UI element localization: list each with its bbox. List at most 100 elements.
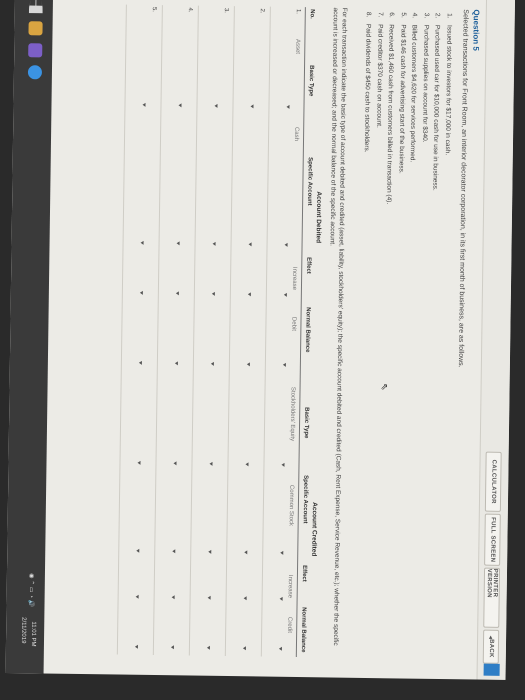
question-content: Question 5 Selected transactions for Fro… <box>48 0 487 680</box>
chevron-down-icon[interactable] <box>278 646 282 651</box>
transaction-number: 2. <box>434 12 442 19</box>
transaction-list: 1. Issued stock to investors for $17,000 … <box>360 12 455 205</box>
chevron-down-icon[interactable] <box>138 360 142 365</box>
chevron-down-icon[interactable] <box>142 102 146 107</box>
windows-start-icon[interactable] <box>29 0 43 13</box>
transaction-text: Paid creditor $370 cash on account. <box>375 24 384 128</box>
select-basic-type-c[interactable]: Stockholders' Equity <box>289 387 296 441</box>
back-button[interactable]: ◂ BACK <box>482 629 500 664</box>
transaction-number: 7. <box>376 12 384 18</box>
app-icon[interactable] <box>28 43 43 58</box>
chevron-down-icon[interactable] <box>283 292 287 297</box>
chevron-down-icon[interactable] <box>139 290 143 295</box>
chevron-down-icon[interactable] <box>135 594 139 599</box>
chevron-down-icon[interactable] <box>250 104 254 109</box>
calculator-button[interactable]: CALCULATOR <box>484 451 502 512</box>
select-basic-type[interactable]: Asset <box>294 39 300 54</box>
row-divider <box>260 6 271 657</box>
chevron-down-icon[interactable] <box>247 292 251 297</box>
header-effect: Effect <box>305 257 312 274</box>
chevron-down-icon[interactable] <box>173 461 177 466</box>
transaction-text: Purchased supplies on account for $340. <box>421 24 430 143</box>
chevron-down-icon[interactable] <box>245 462 249 467</box>
transaction-number: 3. <box>422 12 430 19</box>
header-effect-credited: Effect <box>300 565 308 582</box>
row-divider <box>152 5 163 656</box>
chevron-down-icon[interactable] <box>212 241 216 246</box>
header-normal-balance-credited: Normal Balance <box>299 607 307 653</box>
row-number: 4. <box>186 7 193 13</box>
browser-icon[interactable] <box>27 65 43 80</box>
chevron-down-icon[interactable] <box>176 241 180 246</box>
select-specific-c[interactable]: Common Stock <box>288 485 295 526</box>
chevron-down-icon[interactable] <box>243 596 247 601</box>
transaction-text: Billed customers $4,620 for services per… <box>409 24 419 163</box>
clock-date[interactable]: 2/11/2019 <box>20 617 26 643</box>
select-normal[interactable]: Debit <box>290 317 296 331</box>
select-normal-c[interactable]: Credit <box>286 617 292 633</box>
transaction-text: Received $1,460 cash from customers bill… <box>385 24 396 205</box>
monitor-screen: CALCULATOR FULL SCREEN PRINTER VERSION ◂… <box>5 0 516 680</box>
row-divider <box>224 6 235 657</box>
system-tray-icons[interactable]: ◉ ⌃ ▭ ◔ 🔊 <box>27 573 34 607</box>
chevron-down-icon[interactable] <box>286 104 290 109</box>
back-label: BACK <box>487 639 495 658</box>
header-specific-account-credited: Specific Account <box>301 475 309 524</box>
header-basic-type: Basic Type <box>307 65 315 97</box>
chevron-down-icon[interactable] <box>280 550 284 555</box>
chevron-down-icon[interactable] <box>208 549 212 554</box>
select-effect-c[interactable]: Increase <box>287 575 293 598</box>
chevron-down-icon[interactable] <box>178 103 182 108</box>
clock-time[interactable]: 11:01 PM <box>30 621 36 646</box>
chevron-down-icon[interactable] <box>284 242 288 247</box>
row-number: 1. <box>294 8 301 15</box>
transaction-number: 1. <box>445 13 453 19</box>
transaction-number: 8. <box>365 11 373 18</box>
group-account-debited: Account Debited <box>314 191 323 244</box>
question-title: Question 5 <box>471 9 481 51</box>
chevron-down-icon[interactable] <box>281 462 285 467</box>
chevron-down-icon[interactable] <box>174 361 178 366</box>
question-intro: Selected transactions for Front Room, an… <box>456 9 469 368</box>
chevron-down-icon[interactable] <box>171 595 175 600</box>
chevron-down-icon[interactable] <box>170 645 174 650</box>
transaction-number: 4. <box>411 12 419 19</box>
instructions: For each transaction indicate the basic … <box>328 7 348 646</box>
chevron-down-icon[interactable] <box>248 242 252 247</box>
transaction-text: Purchased used car for $10,000 cash for … <box>431 24 442 191</box>
photo-stage: CALCULATOR FULL SCREEN PRINTER VERSION ◂… <box>0 0 525 700</box>
select-specific[interactable]: Cash <box>293 127 299 141</box>
row-divider <box>188 5 199 656</box>
chevron-down-icon[interactable] <box>140 240 144 245</box>
full-screen-button[interactable]: FULL SCREEN <box>484 513 501 566</box>
chevron-down-icon[interactable] <box>282 362 286 367</box>
side-tab[interactable] <box>483 663 500 676</box>
chevron-down-icon[interactable] <box>214 103 218 108</box>
header-no: No. <box>308 9 315 19</box>
chevron-down-icon[interactable] <box>175 291 179 296</box>
select-effect[interactable]: Increase <box>291 267 297 290</box>
chevron-down-icon[interactable] <box>279 596 283 601</box>
chevron-down-icon[interactable] <box>209 461 213 466</box>
chevron-down-icon[interactable] <box>172 549 176 554</box>
transaction-text: Issued stock to investors for $17,000 in… <box>443 25 453 156</box>
chevron-down-icon[interactable] <box>207 595 211 600</box>
chevron-down-icon[interactable] <box>206 645 210 650</box>
chevron-down-icon[interactable] <box>210 361 214 366</box>
printer-version-button[interactable]: PRINTER VERSION <box>483 567 501 628</box>
header-specific-account: Specific Account <box>306 157 313 206</box>
chevron-down-icon[interactable] <box>137 460 141 465</box>
chevron-down-icon[interactable] <box>244 550 248 555</box>
row-divider <box>116 4 127 655</box>
file-explorer-icon[interactable] <box>28 21 43 36</box>
chevron-down-icon[interactable] <box>211 291 215 296</box>
chevron-down-icon[interactable] <box>134 644 138 649</box>
group-account-credited: Account Credited <box>310 502 318 557</box>
chevron-down-icon[interactable] <box>136 548 140 553</box>
transaction-text: Paid $146 cash for advertising start of … <box>397 24 407 174</box>
chevron-down-icon[interactable] <box>246 362 250 367</box>
row-number: 2. <box>258 8 265 14</box>
transaction-item: 1. Issued stock to investors for $17,000 … <box>441 13 455 205</box>
row-number: 5. <box>150 6 157 13</box>
chevron-down-icon[interactable] <box>242 646 246 651</box>
